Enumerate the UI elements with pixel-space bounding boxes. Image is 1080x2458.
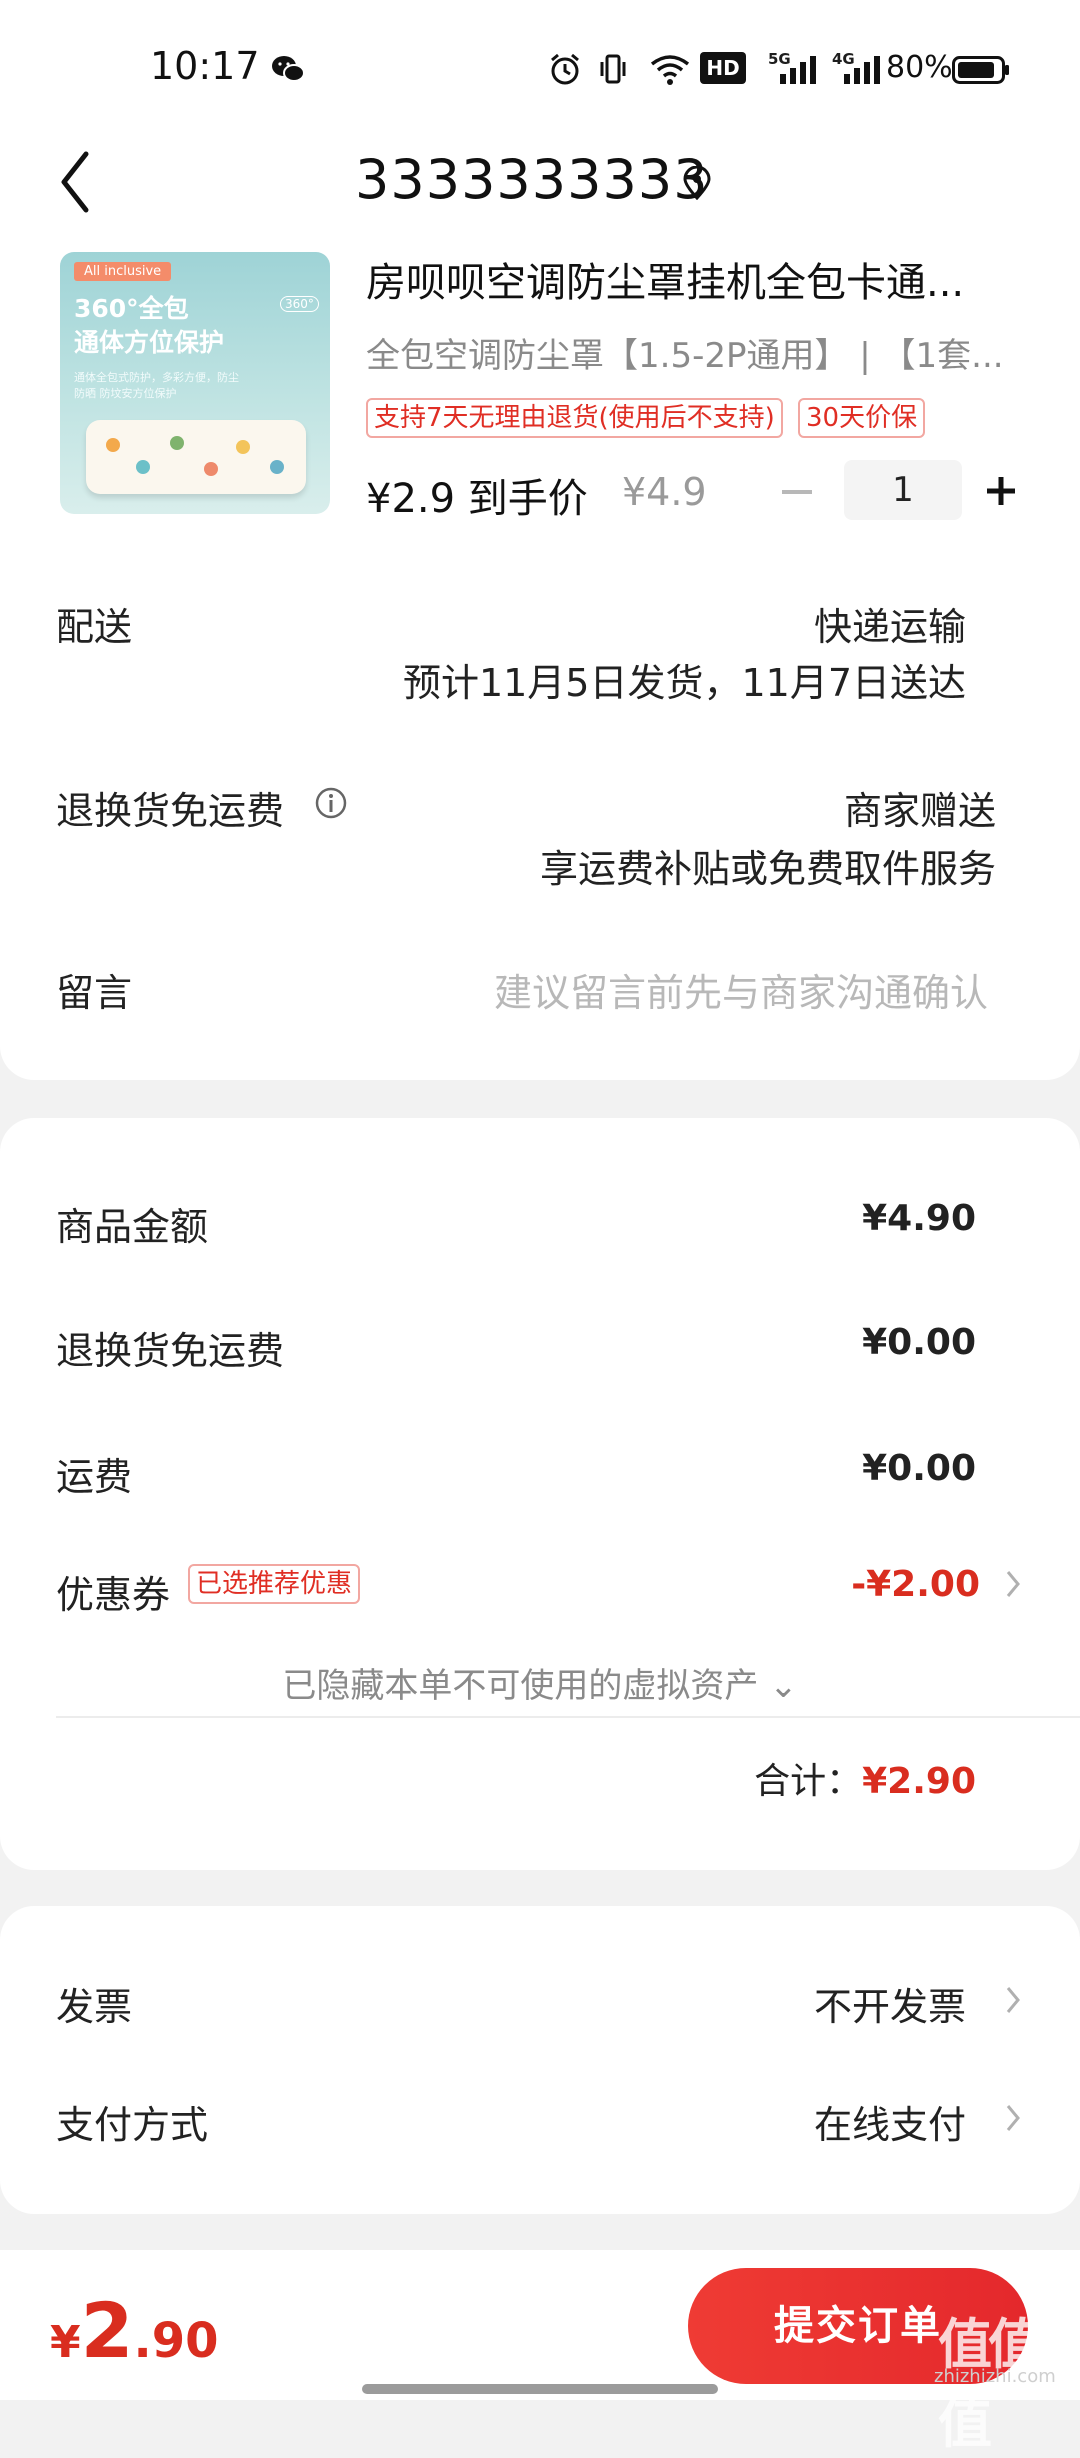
total-value: ¥2.90 [862, 1761, 976, 1802]
location-pin-icon[interactable] [682, 166, 712, 200]
wifi-icon [650, 55, 690, 85]
total-line: 合计：¥2.90 [754, 1752, 976, 1804]
message-input[interactable]: 建议留言前先与商家沟通确认 [494, 962, 988, 1017]
product-spec[interactable]: 全包空调防尘罩【1.5-2P通用】 | 【1套... [366, 328, 1016, 377]
price-protect-tag: 30天价保 [798, 398, 926, 438]
watermark-url: zhizhizhi.com [934, 2366, 1056, 2387]
image-headline-2: 通体方位保护 [74, 328, 225, 357]
chevron-right-icon[interactable] [1004, 1568, 1022, 1600]
return-policy-tag: 支持7天无理由退货(使用后不支持) [366, 398, 783, 438]
price-integer: 2 [80, 2286, 134, 2375]
product-title[interactable]: 房呗呗空调防尘罩挂机全包卡通... [366, 250, 986, 308]
quantity-decrease-button[interactable] [782, 490, 812, 494]
original-price: ¥4.9 [622, 470, 707, 514]
invoice-label[interactable]: 发票 [56, 1976, 132, 2031]
return-freight-label: 退换货免运费 [56, 789, 285, 833]
wechat-icon [272, 56, 305, 82]
coupon-label[interactable]: 优惠券 [56, 1564, 170, 1619]
coupon-recommended-tag: 已选推荐优惠 [188, 1564, 361, 1604]
goods-amount-value: ¥4.90 [862, 1198, 976, 1239]
shipping-fee-label: 运费 [56, 1455, 133, 1499]
invoice-payment-card [0, 1906, 1080, 2214]
payment-method-value[interactable]: 在线支付 [814, 2094, 966, 2149]
return-freight-fee-value: ¥0.00 [862, 1322, 976, 1363]
image-caption: 通体全包式防护，多彩方便，防尘防晒 防坟安方位保护 [74, 371, 239, 400]
total-label: 合计： [754, 1761, 863, 1802]
return-freight-gift: 商家赠送 [843, 789, 996, 833]
image-badge: All inclusive [74, 262, 172, 281]
shipping-fee-value: ¥0.00 [862, 1448, 976, 1489]
product-image[interactable]: All inclusive 360°全包 通体方位保护 通体全包式防护，多彩方便… [60, 252, 330, 514]
return-freight-service: 享运费补贴或免费取件服务 [539, 847, 996, 891]
battery-percent: 80% [886, 50, 953, 85]
currency-symbol: ¥ [50, 2317, 81, 2368]
delivery-estimate[interactable]: 预计11月5日发货，11月7日送达 [403, 652, 966, 707]
info-icon[interactable] [314, 786, 348, 820]
page-title[interactable]: 3333333333 [355, 148, 709, 211]
quantity-input[interactable]: 1 [844, 460, 962, 520]
price-decimal: .90 [133, 2313, 219, 2369]
delivery-method[interactable]: 快递运输 [814, 596, 966, 651]
image-headline-1: 360°全包 [74, 294, 189, 323]
quantity-increase-button[interactable] [984, 474, 1018, 508]
chevron-right-icon[interactable] [1004, 2102, 1022, 2134]
back-arrow-icon[interactable] [58, 150, 94, 214]
message-label: 留言 [56, 971, 133, 1015]
hd-icon: HD [700, 52, 746, 84]
final-price: ¥2.9 到手价 [366, 476, 588, 522]
signal-5g-icon [780, 56, 816, 84]
hidden-assets-toggle[interactable]: 已隐藏本单不可使用的虚拟资产 ⌄ [0, 1658, 1080, 1707]
image-ac-cover [86, 420, 306, 494]
return-freight-fee-label: 退换货免运费 [56, 1329, 285, 1373]
signal-4g-icon [844, 56, 880, 84]
coupon-value[interactable]: -¥2.00 [851, 1564, 980, 1605]
image-360-mark: 360° [280, 296, 319, 312]
chevron-right-icon[interactable] [1004, 1984, 1022, 2016]
battery-icon [952, 56, 1009, 84]
invoice-value[interactable]: 不开发票 [814, 1976, 966, 2031]
bottom-total-price: ¥2.90 [50, 2286, 219, 2375]
payment-method-label[interactable]: 支付方式 [56, 2094, 208, 2149]
divider [56, 1716, 1080, 1718]
status-time: 10:17 [150, 44, 260, 88]
goods-amount-label: 商品金额 [56, 1205, 209, 1249]
home-indicator[interactable] [362, 2384, 718, 2394]
vibrate-icon [600, 54, 626, 84]
alarm-icon [551, 53, 579, 85]
delivery-label: 配送 [56, 605, 133, 649]
